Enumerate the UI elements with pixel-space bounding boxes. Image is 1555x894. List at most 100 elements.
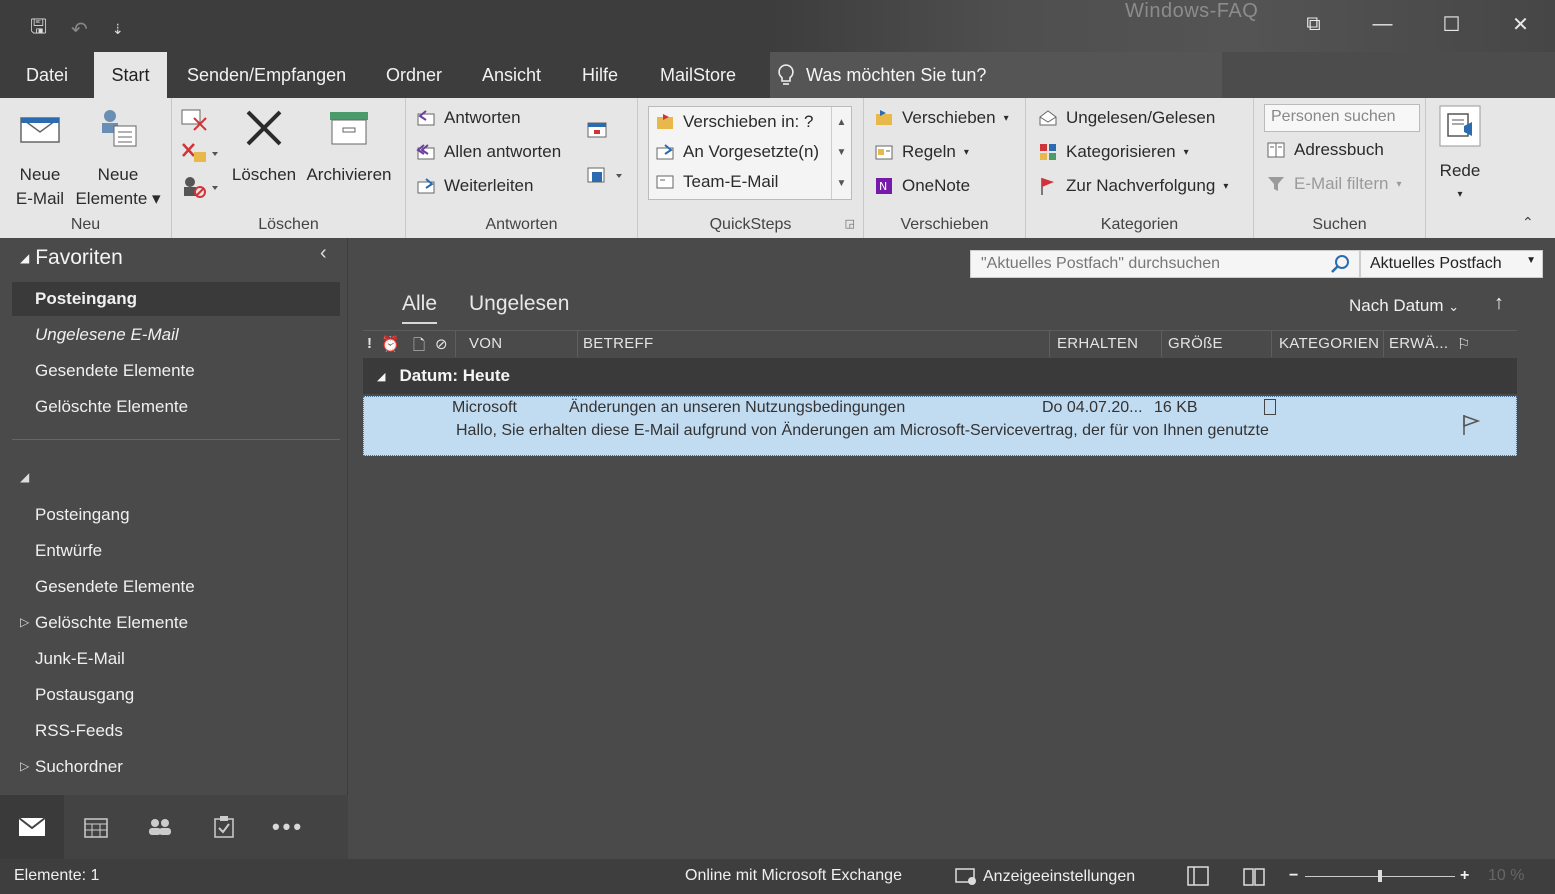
forward-button[interactable]: Weiterleiten	[416, 176, 533, 196]
read-aloud-button[interactable]: Rede ▾	[1434, 104, 1486, 207]
tell-me-box[interactable]: Was möchten Sie tun?	[770, 52, 1222, 98]
archive-button[interactable]: Archivieren	[302, 106, 396, 187]
tab-ordner[interactable]: Ordner	[370, 52, 458, 98]
favorite-ungelesene-email[interactable]: Ungelesene E-Mail	[12, 318, 340, 352]
tasks-icon[interactable]	[192, 795, 256, 859]
favorites-header[interactable]: ◢ Favoriten	[20, 246, 123, 270]
zoom-level[interactable]: 10 %	[1488, 867, 1524, 885]
flag-column-icon[interactable]: ⚐	[1457, 335, 1471, 353]
column-subject[interactable]: BETREFF	[583, 335, 653, 352]
quickstep-to-manager[interactable]: An Vorgesetzte(n)	[649, 137, 851, 167]
filter-email-button[interactable]: E-Mail filtern ▾	[1266, 174, 1402, 194]
flag-icon[interactable]	[1460, 413, 1482, 437]
tab-senden-empfangen[interactable]: Senden/Empfangen	[171, 52, 362, 98]
categorize-button[interactable]: Kategorisieren ▾	[1038, 142, 1189, 162]
reply-button[interactable]: Antworten	[416, 108, 521, 128]
filter-tab-unread[interactable]: Ungelesen	[469, 292, 569, 316]
category-box-icon[interactable]	[1264, 399, 1276, 415]
minimize-button[interactable]: —	[1348, 0, 1417, 48]
folder-rss-feeds[interactable]: RSS-Feeds	[12, 714, 340, 748]
quickstep-move-to[interactable]: Verschieben in: ?	[649, 107, 851, 137]
tab-start[interactable]: Start	[94, 52, 167, 98]
folder-gesendete-elemente[interactable]: Gesendete Elemente	[12, 570, 340, 604]
mailbox-collapse-icon[interactable]: ◢	[20, 470, 29, 484]
favorite-geloeschte-elemente[interactable]: Gelöschte Elemente	[12, 390, 340, 424]
mailbox-search-input[interactable]: "Aktuelles Postfach" durchsuchen	[970, 250, 1360, 278]
new-items-button[interactable]: Neue Elemente ▾	[74, 106, 162, 211]
new-email-button[interactable]: Neue E-Mail	[12, 106, 68, 211]
display-settings-button[interactable]: Anzeigeeinstellungen	[955, 867, 1135, 887]
reply-all-button[interactable]: Allen antworten	[416, 142, 561, 162]
calendar-icon[interactable]	[64, 795, 128, 859]
search-icon[interactable]	[1329, 254, 1351, 274]
quickstep-team-email[interactable]: Team-E-Mail	[649, 167, 851, 197]
unread-read-button[interactable]: Ungelesen/Gelesen	[1038, 108, 1215, 128]
zoom-in-button[interactable]: +	[1460, 867, 1469, 885]
customize-qat-icon[interactable]: ⇣	[112, 21, 124, 38]
more-modules-icon[interactable]: •••	[256, 795, 320, 859]
folder-entwuerfe[interactable]: Entwürfe	[12, 534, 340, 568]
tab-mailstore[interactable]: MailStore	[644, 52, 752, 98]
column-received[interactable]: ERHALTEN	[1057, 335, 1138, 352]
importance-column-icon[interactable]: !	[367, 335, 372, 352]
close-button[interactable]: ✕	[1486, 0, 1555, 48]
column-from[interactable]: VON	[469, 335, 502, 352]
reading-view-icon[interactable]	[1242, 865, 1266, 887]
save-icon[interactable]: 🖫	[30, 12, 47, 46]
junk-icon[interactable]	[180, 174, 220, 200]
filter-tab-all[interactable]: Alle	[402, 292, 438, 324]
normal-view-icon[interactable]	[1186, 865, 1210, 887]
follow-up-button[interactable]: Zur Nachverfolgung ▾	[1038, 176, 1228, 196]
delete-button[interactable]: Löschen	[228, 106, 300, 187]
mail-icon[interactable]	[0, 795, 64, 859]
cleanup-icon[interactable]	[180, 140, 220, 166]
column-reminder[interactable]: ERWÄ...	[1389, 335, 1448, 352]
undo-icon[interactable]: ↶	[71, 17, 88, 42]
folder-suchordner[interactable]: Suchordner	[12, 750, 340, 784]
scroll-up-icon[interactable]: ▲	[837, 117, 847, 128]
minimize-pane-icon[interactable]: ‹	[320, 242, 327, 265]
quicksteps-scroll[interactable]: ▲ ▼ ▼	[831, 107, 851, 199]
move-button[interactable]: Verschieben ▾	[874, 108, 1009, 128]
people-icon[interactable]	[128, 795, 192, 859]
expand-gallery-icon[interactable]: ▼	[837, 178, 847, 189]
folder-geloeschte-elemente[interactable]: Gelöschte Elemente	[12, 606, 340, 640]
column-size[interactable]: GRÖßE	[1168, 335, 1223, 352]
favorite-gesendete-elemente[interactable]: Gesendete Elemente	[12, 354, 340, 388]
attachment-column-icon[interactable]: ⊘	[435, 335, 448, 353]
message-from: Microsoft	[452, 399, 517, 416]
zoom-slider-knob[interactable]	[1378, 870, 1382, 882]
rules-button[interactable]: Regeln ▾	[874, 142, 969, 162]
collapse-ribbon-icon[interactable]: ⌃	[1522, 214, 1534, 231]
more-respond-icon[interactable]	[586, 164, 626, 188]
onenote-button[interactable]: N OneNote	[874, 176, 970, 196]
tab-datei[interactable]: Datei	[10, 52, 84, 98]
zoom-out-button[interactable]: −	[1289, 867, 1298, 885]
favorite-posteingang[interactable]: Posteingang	[12, 282, 340, 316]
address-book-button[interactable]: Adressbuch	[1266, 140, 1384, 160]
folder-postausgang[interactable]: Postausgang	[12, 678, 340, 712]
folder-junk-email[interactable]: Junk-E-Mail	[12, 642, 340, 676]
icon-column-icon[interactable]: 🗋	[413, 335, 425, 360]
move-folder-icon	[876, 110, 892, 125]
table-row[interactable]: Microsoft Änderungen an unseren Nutzungs…	[363, 396, 1517, 456]
tab-ansicht[interactable]: Ansicht	[466, 52, 557, 98]
sort-by-dropdown[interactable]: Nach Datum ⌄	[1349, 296, 1459, 316]
reminder-column-icon[interactable]: ⏰	[381, 335, 400, 353]
folder-posteingang[interactable]: Posteingang	[12, 498, 340, 532]
search-scope-dropdown[interactable]: Aktuelles Postfach ▼	[1360, 250, 1543, 278]
column-categories[interactable]: KATEGORIEN	[1279, 335, 1379, 352]
date-group-header[interactable]: ◢ Datum: Heute	[363, 358, 1517, 394]
ignore-icon[interactable]	[180, 106, 210, 132]
tab-hilfe[interactable]: Hilfe	[566, 52, 634, 98]
group-collapse-icon: ◢	[377, 370, 386, 383]
folder-move-icon	[657, 114, 673, 129]
people-search-input[interactable]: Personen suchen	[1264, 104, 1420, 132]
sort-direction-icon[interactable]: ↑	[1494, 292, 1504, 315]
meeting-reply-icon[interactable]	[586, 120, 610, 142]
message-preview: Hallo, Sie erhalten diese E-Mail aufgrun…	[456, 422, 1269, 439]
scroll-down-icon[interactable]: ▼	[837, 147, 847, 158]
ribbon-display-options-icon[interactable]: ⧉	[1279, 0, 1348, 48]
maximize-button[interactable]: ☐	[1417, 0, 1486, 48]
filter-icon	[1268, 177, 1284, 191]
